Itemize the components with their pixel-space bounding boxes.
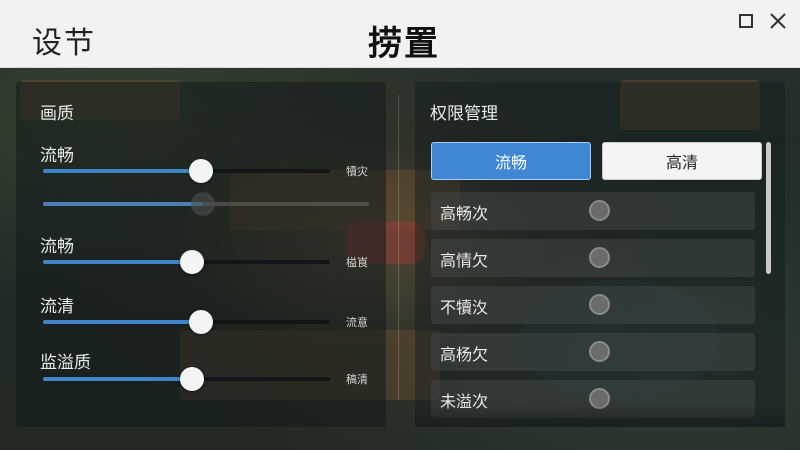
slider-fill (43, 202, 203, 206)
slider-end-label: 犢灾 (346, 165, 368, 178)
panel-divider (398, 95, 399, 400)
quality-section-title: 画质 (40, 104, 74, 124)
option-radio[interactable] (589, 341, 610, 362)
option-row[interactable]: 高杨欠 (431, 333, 755, 371)
title-bar: 设节 捞置 (0, 0, 800, 68)
slider-track[interactable] (43, 320, 330, 324)
option-radio[interactable] (589, 247, 610, 268)
option-label: 不犢汷 (440, 298, 489, 317)
page-title-left: 设节 (32, 26, 96, 61)
option-radio[interactable] (589, 294, 610, 315)
slider-fill (43, 260, 193, 264)
list-fade (415, 405, 785, 427)
close-icon (770, 13, 786, 29)
scrollbar[interactable] (766, 142, 771, 274)
option-row[interactable]: 高情欠 (431, 239, 755, 277)
slider-fill (43, 320, 201, 324)
close-button[interactable] (768, 11, 788, 31)
slider-knob[interactable] (190, 192, 215, 216)
option-label: 高杨欠 (440, 345, 489, 364)
option-row[interactable]: 不犢汷 (431, 286, 755, 324)
page-title: 捞置 (368, 24, 440, 64)
slider-label: 流畅 (40, 237, 74, 257)
slider-fill (43, 169, 201, 173)
mode-button-hd[interactable]: 高清 (602, 142, 762, 180)
slider-knob[interactable] (188, 310, 213, 334)
slider-label: 流畅 (40, 146, 74, 166)
slider-end-label: 榏崀 (346, 256, 368, 269)
slider-label: 监溢质 (40, 353, 91, 373)
maximize-button[interactable] (736, 11, 756, 31)
mode-button-smooth[interactable]: 流畅 (431, 142, 591, 180)
slider-end-label: 流意 (346, 316, 368, 329)
option-radio[interactable] (589, 200, 610, 221)
permission-section-title: 权限管理 (430, 104, 498, 124)
option-row[interactable]: 高畅次 (431, 192, 755, 230)
option-label: 高畅次 (440, 204, 489, 223)
slider-end-label: 稿清 (346, 373, 368, 386)
slider-knob[interactable] (188, 159, 213, 183)
slider-fill (43, 377, 193, 381)
maximize-icon (739, 14, 753, 28)
slider-label: 流清 (40, 297, 74, 317)
slider-track[interactable] (43, 169, 330, 173)
option-label: 高情欠 (440, 251, 489, 270)
